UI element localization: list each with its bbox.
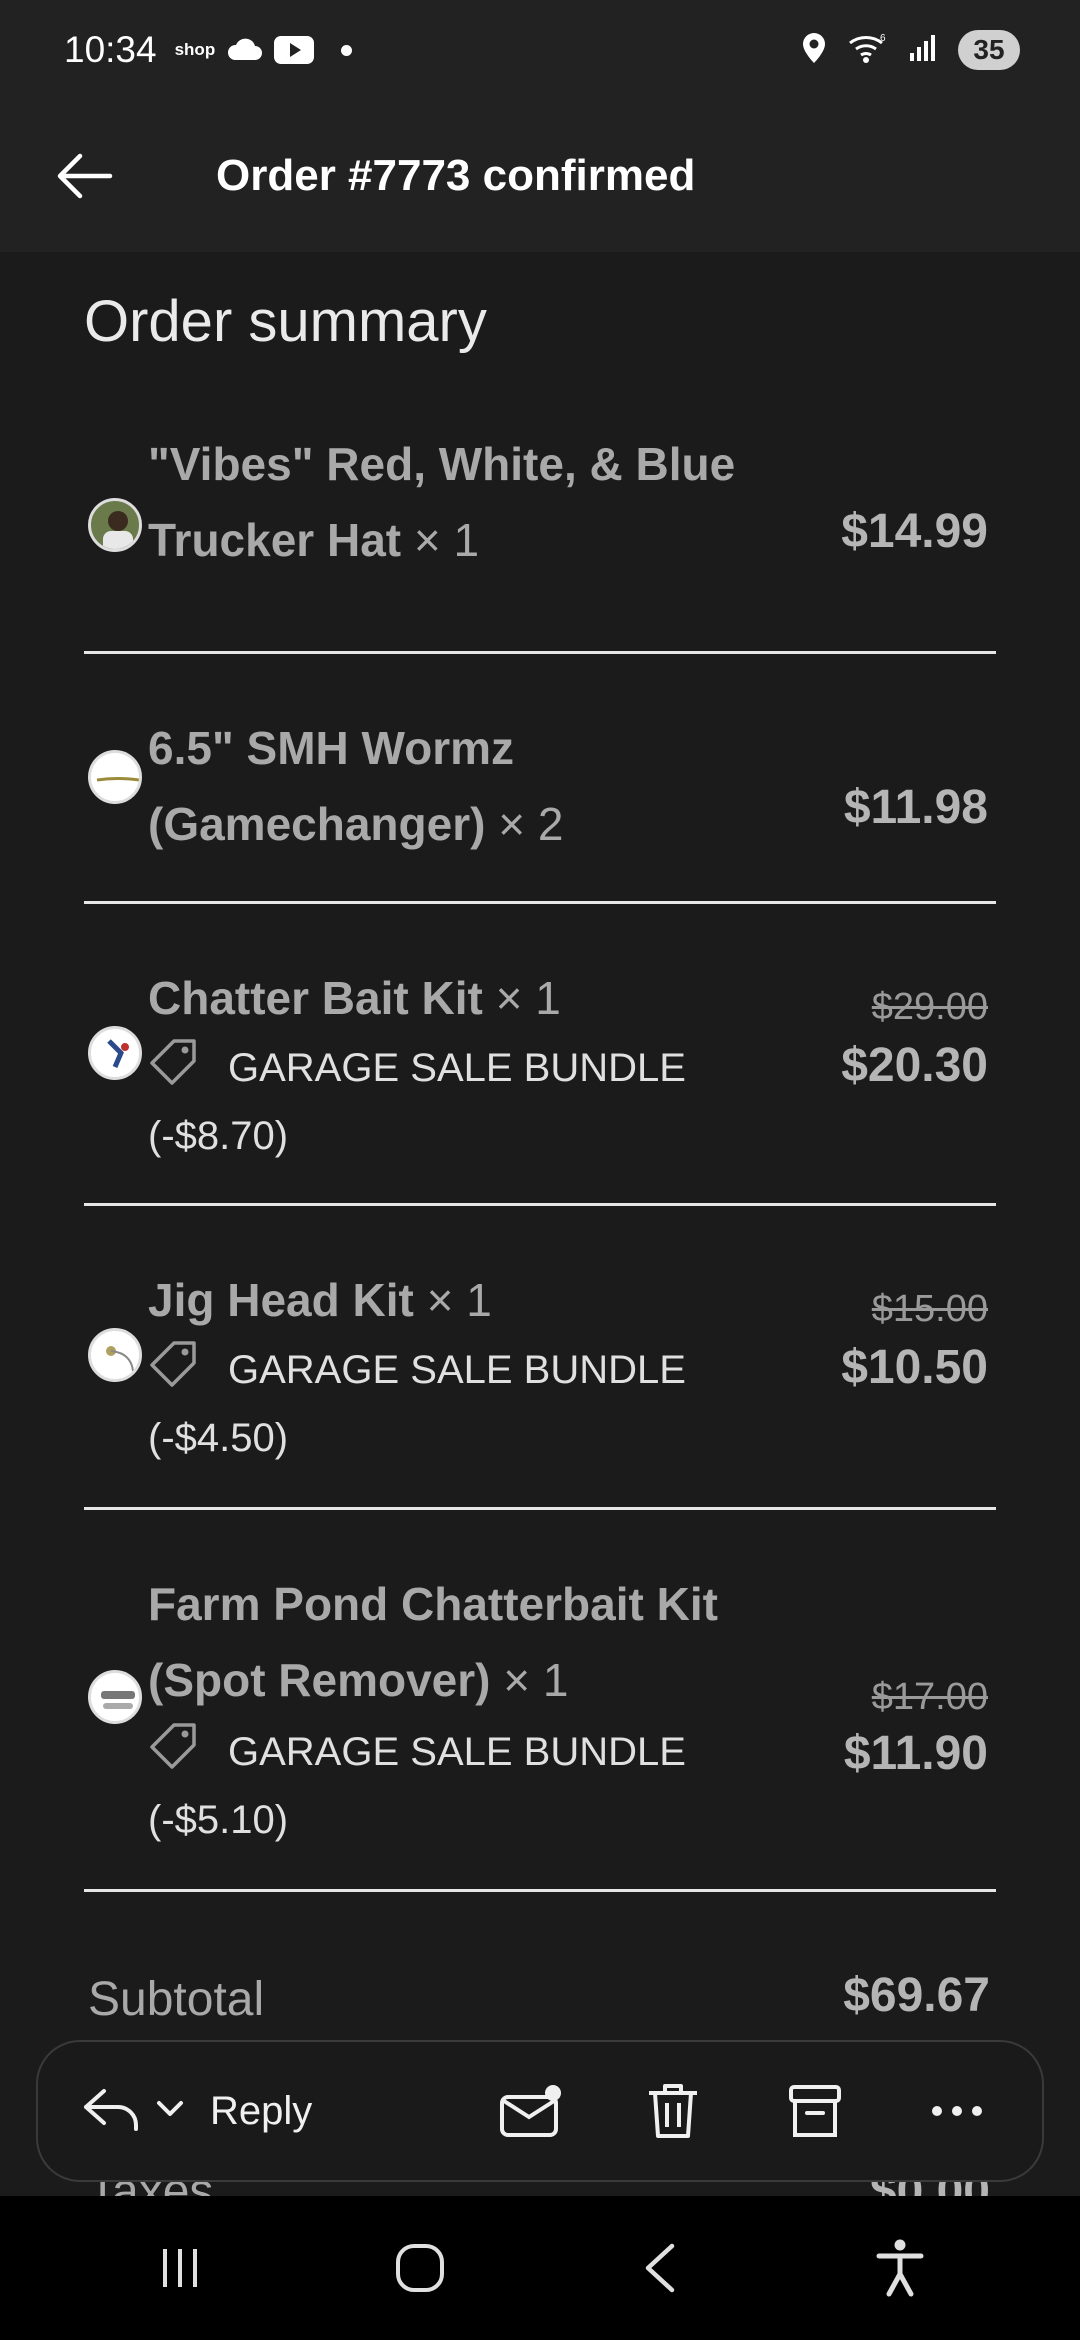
discount-row: GARAGE SALE BUNDLE (-$4.50) [148,1338,788,1470]
location-icon [800,31,828,70]
status-time: 10:34 [64,29,157,70]
item-price: $11.98 [843,781,988,834]
shop-notification-icon: shop [174,40,216,59]
item-name: "Vibes" Red, White, & Blue Trucker Hat ×… [148,438,736,566]
recent-apps-icon [163,2249,197,2287]
discount-amount: (-$8.70) [148,1113,289,1158]
back-icon [645,2243,675,2293]
original-price: $17.00 [871,1676,988,1718]
discount-label: GARAGE SALE BUNDLE [228,1046,686,1090]
system-back-button[interactable] [600,2208,720,2328]
item-price: $11.90 [843,1727,988,1780]
accessibility-button[interactable] [840,2208,960,2328]
order-item[interactable]: "Vibes" Red, White, & Blue Trucker Hat ×… [84,424,996,654]
item-name: 6.5" SMH Wormz (Gamechanger) × 2 [148,722,564,850]
home-icon [396,2244,444,2292]
mark-unread-icon [500,2085,561,2137]
original-price: $15.00 [871,1288,988,1330]
product-thumbnail [88,1328,142,1382]
battery-indicator: 35 [958,30,1020,70]
discount-amount: (-$5.10) [148,1797,289,1842]
tag-icon [148,1721,200,1788]
item-name: Jig Head Kit × 1 [148,1274,492,1326]
subtotal-label: Subtotal [88,1973,265,2026]
discount-amount: (-$4.50) [148,1415,289,1460]
archive-button[interactable] [770,2066,860,2156]
delete-button[interactable] [628,2066,718,2156]
discount-label: GARAGE SALE BUNDLE [228,1730,686,1774]
back-button[interactable] [24,116,144,236]
tag-icon [148,1339,200,1406]
order-item[interactable]: Jig Head Kit × 1 GARAGE SALE BUNDLE (-$4… [84,1206,996,1510]
cloud-icon [225,38,263,62]
item-price: $14.99 [841,505,988,558]
more-icon [932,2106,982,2116]
reply-icon [82,2087,140,2136]
app-bar: Order #7773 confirmed [0,100,1080,252]
section-title: Order summary [84,289,487,354]
notification-dot-icon [341,44,353,56]
order-item[interactable]: Chatter Bait Kit × 1 GARAGE SALE BUNDLE … [84,904,996,1206]
more-button[interactable] [912,2066,1002,2156]
arrow-left-icon [57,153,113,199]
item-price: $10.50 [841,1341,988,1394]
signal-icon [908,33,938,68]
chevron-down-icon[interactable] [156,2100,184,2123]
page-title: Order #7773 confirmed [216,151,696,200]
svg-text:6: 6 [880,33,886,44]
mark-unread-button[interactable] [486,2066,576,2156]
email-action-toolbar: Reply [36,2040,1044,2182]
original-price: $29.00 [871,986,988,1028]
reply-label: Reply [210,2088,313,2133]
product-thumbnail [88,498,142,552]
recent-apps-button[interactable] [120,2208,240,2328]
wifi-icon: 6 [848,32,888,69]
order-item[interactable]: Farm Pond Chatterbait Kit (Spot Remover)… [84,1510,996,1892]
item-name: Chatter Bait Kit × 1 [148,972,561,1024]
item-price: $20.30 [841,1039,988,1092]
order-item[interactable]: 6.5" SMH Wormz (Gamechanger) × 2 $11.98 [84,654,996,904]
home-button[interactable] [360,2208,480,2328]
product-thumbnail [88,1026,142,1080]
product-thumbnail [88,750,142,804]
subtotal-value: $69.67 [843,1969,990,2022]
product-thumbnail [88,1670,142,1724]
archive-icon [789,2085,841,2137]
discount-label: GARAGE SALE BUNDLE [228,1348,686,1392]
youtube-icon [273,35,315,65]
discount-row: GARAGE SALE BUNDLE (-$8.70) [148,1036,788,1168]
trash-icon [649,2084,697,2138]
tag-icon [148,1037,200,1104]
item-name: Farm Pond Chatterbait Kit (Spot Remover)… [148,1578,718,1706]
system-nav-bar [0,2196,1080,2340]
reply-button[interactable]: Reply [82,2087,312,2136]
discount-row: GARAGE SALE BUNDLE (-$5.10) [148,1720,788,1852]
status-bar: 10:34 shop 6 35 [0,0,1080,100]
accessibility-icon [876,2239,924,2297]
